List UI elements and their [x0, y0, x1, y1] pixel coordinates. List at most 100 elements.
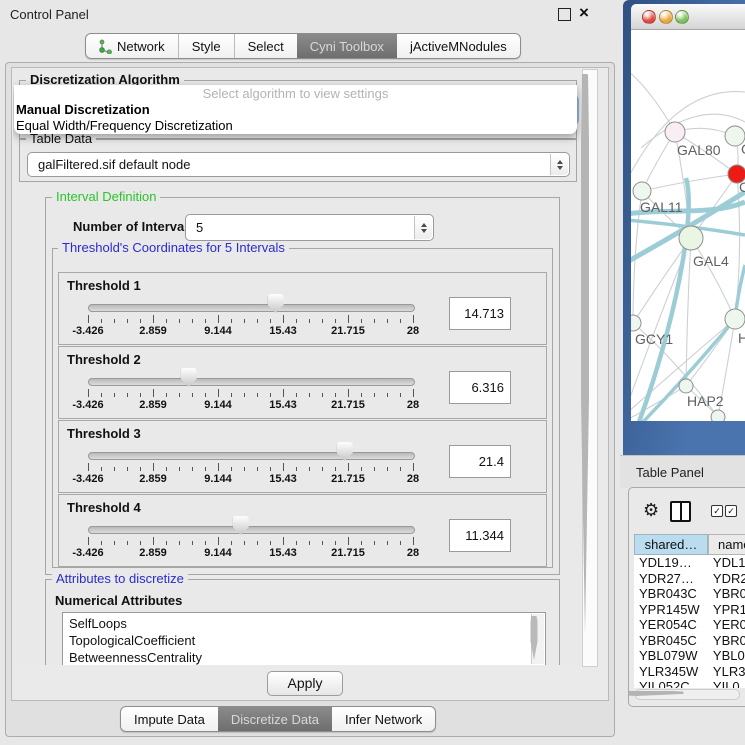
number-of-intervals-combobox[interactable]: 5 [185, 214, 434, 241]
slider-scale-value: 2.859 [139, 399, 167, 411]
table-data-title: Table Data [26, 132, 96, 146]
threshold-label: Threshold 2 [67, 352, 141, 367]
dropdown-item-manual-discretization[interactable]: Manual Discretization [14, 102, 577, 118]
slider-scale-value: 2.859 [139, 547, 167, 559]
control-panel-titlebar: Control Panel × [0, 0, 620, 28]
column-header-name[interactable]: name [708, 534, 745, 555]
network-window-titlebar [631, 4, 745, 30]
numerical-attributes-list[interactable]: SelfLoops TopologicalCoefficient Between… [62, 612, 546, 665]
slider-scale-value: 15.43 [269, 325, 297, 337]
node-table-body: YDL19…YDL1YDR27…YDR2YBR043CYBR0YPR145WYP… [634, 555, 745, 688]
dropdown-hint-item[interactable]: Select algorithm to view settings [14, 85, 577, 102]
column-header-shared-name[interactable]: shared… [634, 534, 708, 555]
tab-label: Discretize Data [231, 712, 319, 727]
column-layout-icon[interactable] [670, 501, 691, 522]
threshold-label: Threshold 1 [67, 278, 141, 293]
table-panel: ⚙ ✓ ✓ shared… name YDL19…YDL1YDR27…YDR2Y… [628, 487, 745, 707]
close-icon[interactable]: × [579, 3, 589, 23]
network-edge[interactable] [631, 70, 675, 132]
network-edge[interactable] [686, 238, 691, 386]
network-node-gal11[interactable] [633, 182, 651, 200]
slider-thumb[interactable] [181, 368, 197, 387]
table-row[interactable]: YBR045CYBR0 [634, 633, 745, 649]
network-node-GAL4[interactable] [679, 226, 703, 250]
network-edge[interactable] [691, 238, 735, 319]
slider-thumb[interactable] [337, 442, 353, 461]
table-panel-title: Table Panel [636, 465, 704, 480]
close-traffic-light[interactable] [642, 10, 656, 24]
table-row[interactable]: YDR27…YDR2 [634, 571, 745, 587]
slider-scale-value: -3.426 [72, 547, 103, 559]
slider-scale-value: 9.144 [204, 399, 232, 411]
scrollbar-thumb[interactable] [581, 74, 589, 634]
panel-scrollbar[interactable] [582, 69, 598, 667]
threshold-value-field[interactable]: 6.316 [449, 371, 511, 404]
tab-label: Select [248, 39, 284, 54]
network-view-canvas[interactable]: GAL80GACGAL11GAL4GCY1HHAP2 [631, 30, 745, 421]
tab-network[interactable]: Network [86, 34, 178, 58]
network-node-label: C [739, 179, 745, 195]
tab-impute-data[interactable]: Impute Data [121, 707, 218, 731]
zoom-traffic-light[interactable] [675, 10, 689, 24]
algorithm-dropdown-popup: Select algorithm to view settings Manual… [14, 85, 577, 134]
list-scrollbar[interactable] [531, 614, 544, 664]
table-data-selected-value: galFiltered.sif default node [28, 157, 190, 172]
settings-scroll-viewport: Discretization Algorithm Select algorith… [13, 69, 581, 665]
float-window-icon[interactable] [558, 8, 571, 21]
tab-style[interactable]: Style [178, 34, 234, 58]
table-data-combobox[interactable]: galFiltered.sif default node [27, 152, 570, 177]
number-of-intervals-label: Number of Intervals [73, 219, 195, 234]
network-node-bottom[interactable] [711, 410, 725, 421]
list-item[interactable]: BetweennessCentrality [63, 649, 545, 665]
checkbox-icon[interactable]: ✓ [711, 505, 723, 517]
network-node-label: GAL80 [677, 142, 721, 158]
table-panel-titlebar: Table Panel [620, 455, 745, 488]
list-item[interactable]: SelfLoops [63, 615, 545, 632]
slider-scale-value: 15.43 [269, 547, 297, 559]
tab-select[interactable]: Select [234, 34, 297, 58]
threshold-label: Threshold 3 [67, 426, 141, 441]
table-row[interactable]: YIL052CYIL0 [634, 679, 745, 688]
table-hscrollbar[interactable] [635, 689, 740, 700]
apply-button[interactable]: Apply [267, 671, 343, 696]
threshold-label: Threshold 4 [67, 500, 141, 515]
tab-discretize-data[interactable]: Discretize Data [218, 707, 332, 731]
tab-infer-network[interactable]: Infer Network [332, 707, 435, 731]
tab-jactivemnodules[interactable]: jActiveMNodules [397, 34, 520, 58]
network-node-GAL80[interactable] [665, 122, 685, 142]
table-row[interactable]: YBL079WYBL0 [634, 648, 745, 664]
slider-thumb[interactable] [268, 294, 284, 313]
minimize-traffic-light[interactable] [659, 10, 673, 24]
stepper-arrows-icon[interactable] [550, 154, 568, 175]
slider-thumb[interactable] [233, 516, 249, 535]
list-item[interactable]: TopologicalCoefficient [63, 632, 545, 649]
slider-scale-value: 28 [407, 399, 419, 411]
tab-label: jActiveMNodules [410, 39, 507, 54]
panel-title: Control Panel [10, 7, 89, 22]
numerical-attributes-label: Numerical Attributes [55, 593, 182, 608]
threshold-4-panel: Threshold 4 -3.4262.8599.14415.4321.7152… [58, 494, 547, 567]
dropdown-item-equal-width[interactable]: Equal Width/Frequency Discretization [14, 118, 577, 134]
table-row[interactable]: YER054CYER0 [634, 617, 745, 633]
gear-icon[interactable]: ⚙ [643, 500, 659, 520]
slider-ticks [88, 463, 413, 472]
table-row[interactable]: YPR145WYPR1 [634, 602, 745, 618]
checkbox-icon[interactable]: ✓ [725, 505, 737, 517]
table-row[interactable]: YBR043CYBR0 [634, 586, 745, 602]
threshold-value-field[interactable]: 14.713 [449, 297, 511, 330]
stepper-arrows-icon[interactable] [414, 216, 432, 239]
tab-cyni-toolbox[interactable]: Cyni Toolbox [297, 34, 397, 58]
table-header-row: shared… name [634, 534, 745, 555]
network-node-HAP2[interactable] [679, 379, 693, 393]
table-row[interactable]: YLR345WYLR3 [634, 664, 745, 680]
number-of-intervals-value: 5 [186, 220, 203, 235]
slider-scale-value: 2.859 [139, 473, 167, 485]
tab-label: Infer Network [345, 712, 422, 727]
table-row[interactable]: YDL19…YDL1 [634, 555, 745, 571]
threshold-3-panel: Threshold 3 -3.4262.8599.14415.4321.7152… [58, 420, 547, 493]
interval-definition-title: Interval Definition [52, 190, 160, 204]
threshold-value-field[interactable]: 21.4 [449, 445, 511, 478]
slider-scale-value: 21.715 [331, 399, 365, 411]
threshold-value-field[interactable]: 11.344 [449, 519, 511, 552]
network-node-H[interactable] [725, 309, 745, 329]
